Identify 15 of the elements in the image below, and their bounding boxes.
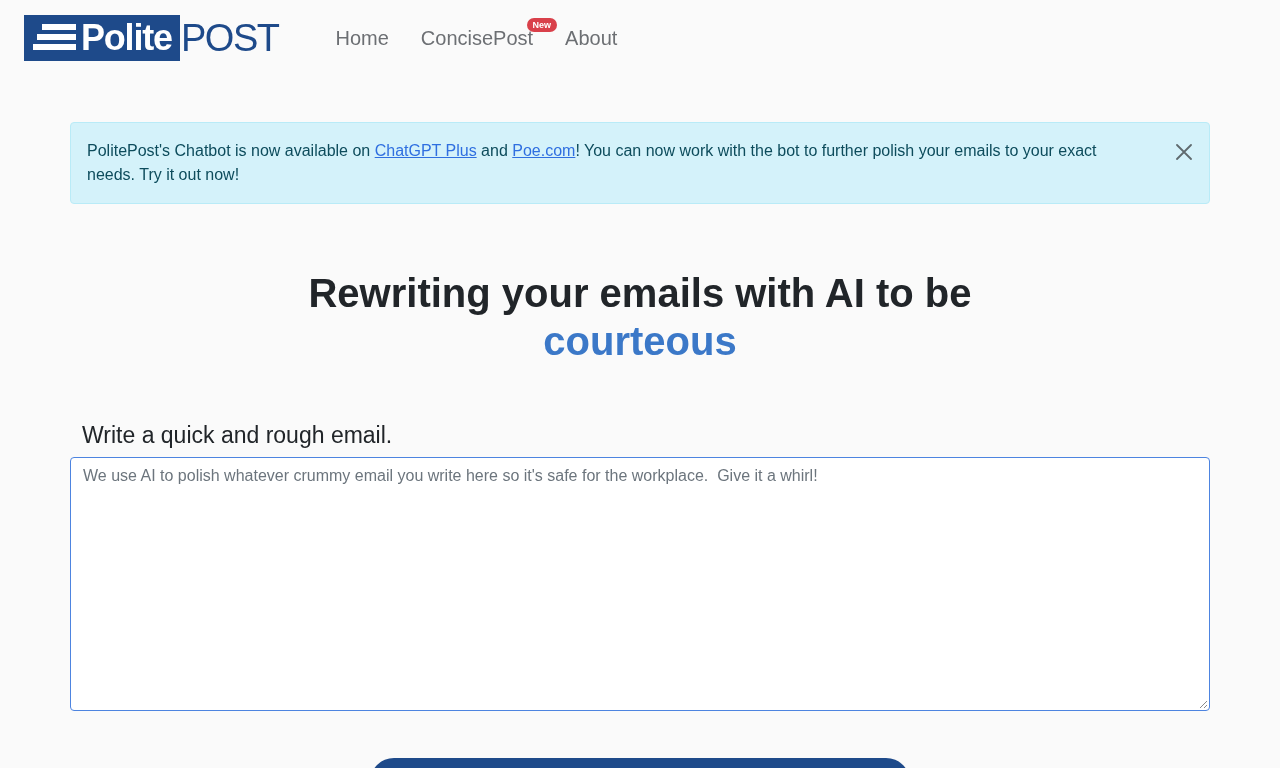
alert-link[interactable]: Poe.com [512,142,576,159]
close-icon [1176,144,1192,160]
alert-message: PolitePost's Chatbot is now available on ChatGPT Plus and Poe.com! You can now work with the bot to further polish your emails to your exact needs. Try it out now! [87,141,1098,185]
close-button[interactable] [1175,143,1193,161]
new-badge: New [526,17,558,32]
stripes-icon [33,24,76,51]
logo-text: POST [181,17,279,58]
resize-grip-icon [1200,701,1207,708]
nav-link[interactable]: Home [319,22,405,53]
hero-title: Rewriting your emails with AI to be [307,270,973,317]
hero-highlight: courteous [543,318,737,365]
email-label: Write a quick and rough email. [82,421,393,450]
logo-text: Polite [81,17,172,58]
email-input[interactable]: We use AI to polish whatever crummy email you write here so it's safe for the workplace. Give it a whirl! [70,457,1210,711]
alert-link[interactable]: ChatGPT Plus [374,142,477,159]
